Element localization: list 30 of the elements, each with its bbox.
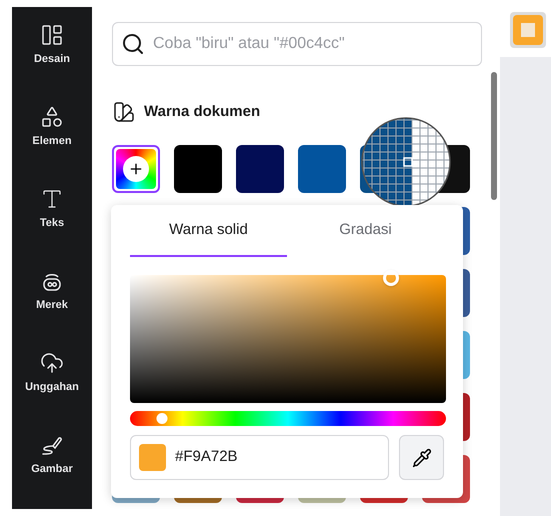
- eyedropper-button[interactable]: [399, 435, 444, 480]
- search-bar[interactable]: Coba "biru" atau "#00c4cc": [112, 22, 482, 66]
- hue-slider-thumb[interactable]: [156, 413, 168, 424]
- search-icon: [121, 32, 145, 56]
- add-color-button[interactable]: [112, 145, 160, 193]
- palette-icon: [112, 100, 136, 124]
- fill-color-button[interactable]: [510, 12, 546, 48]
- layout-icon: [40, 23, 64, 47]
- sidebar-item[interactable]: Elemen: [16, 105, 88, 158]
- sidebar-item[interactable]: Gambar: [16, 433, 88, 486]
- sidebar-item[interactable]: Merek: [16, 269, 88, 322]
- tab[interactable]: Gradasi: [287, 205, 444, 257]
- plus-icon: [128, 161, 144, 177]
- eyedropper-icon: [412, 448, 432, 468]
- hue-slider[interactable]: [130, 411, 446, 426]
- picker-handle[interactable]: [383, 270, 400, 286]
- hex-input-field[interactable]: #F9A72B: [130, 435, 390, 480]
- color-swatch[interactable]: [174, 145, 222, 193]
- color-swatch[interactable]: [298, 145, 346, 193]
- section-title: Warna dokumen: [144, 102, 260, 122]
- cloud-upload-icon: [40, 351, 64, 375]
- tab[interactable]: Warna solid: [130, 205, 287, 257]
- sidebar-item[interactable]: Desain: [16, 23, 88, 76]
- scrollbar-thumb[interactable]: [491, 72, 497, 200]
- color-swatch[interactable]: [236, 145, 284, 193]
- color-preview: [139, 444, 166, 471]
- sidebar-item[interactable]: Teks: [16, 187, 88, 240]
- search-field[interactable]: Coba "biru" atau "#00c4cc": [153, 32, 473, 56]
- sidebar-item[interactable]: Unggahan: [16, 351, 88, 404]
- shapes-icon: [40, 105, 64, 129]
